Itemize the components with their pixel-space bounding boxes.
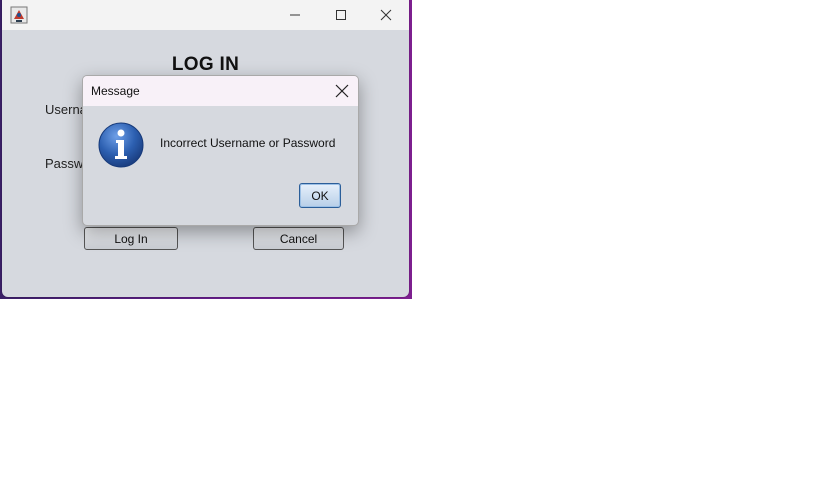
message-dialog: Message Incorrect Username or Password O… xyxy=(82,75,359,226)
minimize-button[interactable] xyxy=(272,0,318,30)
dialog-close-icon[interactable] xyxy=(334,83,350,99)
ok-button[interactable]: OK xyxy=(299,183,341,208)
login-button[interactable]: Log In xyxy=(84,227,178,250)
window-close-button[interactable] xyxy=(363,0,409,30)
close-icon xyxy=(380,9,392,21)
dialog-message: Incorrect Username or Password xyxy=(160,136,336,150)
username-label: Userna xyxy=(45,102,87,117)
minimize-icon xyxy=(290,14,300,16)
cancel-button[interactable]: Cancel xyxy=(253,227,344,250)
login-heading: LOG IN xyxy=(171,54,240,75)
window-titlebar[interactable] xyxy=(2,0,409,30)
password-label: Passw xyxy=(45,156,84,171)
info-icon xyxy=(98,122,144,168)
java-app-icon xyxy=(10,6,28,24)
dialog-titlebar[interactable]: Message xyxy=(83,76,358,106)
dialog-title: Message xyxy=(91,84,140,98)
maximize-icon xyxy=(336,10,346,20)
maximize-button[interactable] xyxy=(318,0,364,30)
